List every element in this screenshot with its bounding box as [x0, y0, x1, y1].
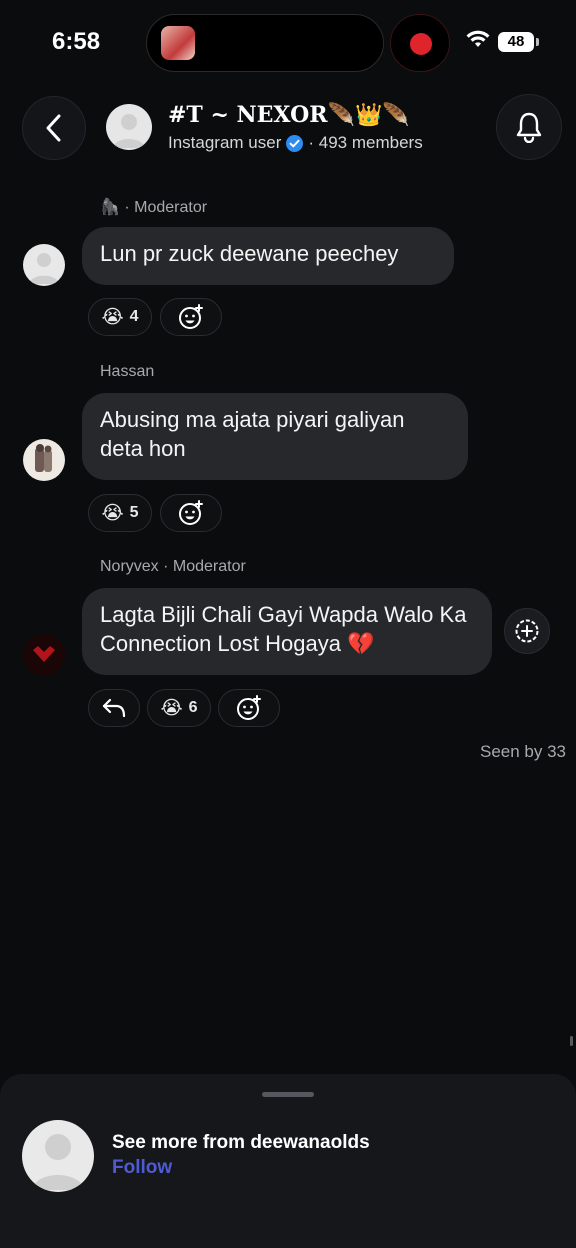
group-subtitle: Instagram user · 493 members: [168, 133, 423, 153]
battery-tip: [536, 38, 539, 46]
dynamic-island[interactable]: [146, 14, 384, 72]
record-icon: [410, 33, 432, 55]
group-title[interactable]: #T ~ NEXOR🪶👑🪶: [168, 102, 410, 128]
chevron-left-icon: [46, 114, 61, 142]
add-emoji-icon: [179, 500, 203, 525]
reaction-count: 4: [129, 308, 139, 325]
message-sender: Noryvex · Moderator: [100, 558, 246, 575]
add-emoji-icon: [179, 304, 203, 329]
account-avatar[interactable]: [22, 1120, 94, 1192]
message-sender: 🦍 · Moderator: [100, 199, 208, 216]
wifi-icon: [466, 30, 490, 47]
default-avatar-icon: [113, 114, 145, 148]
sender-avatar[interactable]: [23, 634, 65, 676]
group-owner: Instagram user: [168, 133, 282, 152]
add-reaction-button[interactable]: [160, 298, 222, 336]
message-bubble[interactable]: Lagta Bijli Chali Gayi Wapda Walo Ka Con…: [82, 588, 492, 675]
status-bar: 6:58 48: [0, 0, 576, 86]
add-reaction-button[interactable]: [218, 689, 280, 727]
seen-by-label[interactable]: Seen by 33: [480, 742, 566, 762]
sheet-drag-handle[interactable]: [262, 1092, 314, 1097]
clock: 6:58: [52, 28, 101, 55]
reaction-count: 6: [188, 699, 198, 716]
bottom-sheet: See more from deewanaolds Follow: [0, 1074, 576, 1248]
message-bubble[interactable]: Lun pr zuck deewane peechey: [82, 227, 454, 285]
default-avatar-icon: [29, 253, 59, 284]
reply-button[interactable]: [88, 689, 140, 727]
member-count: · 493 members: [308, 133, 423, 152]
chat-header: #T ~ NEXOR🪶👑🪶 Instagram user · 493 membe…: [0, 92, 576, 164]
back-button[interactable]: [22, 96, 86, 160]
reaction-pill[interactable]: 😭 6: [147, 689, 211, 727]
notifications-button[interactable]: [496, 94, 562, 160]
battery-indicator: 48: [498, 32, 534, 52]
bell-icon: [516, 112, 542, 143]
reply-icon: [102, 698, 126, 718]
live-activity-thumbnail: [161, 26, 195, 60]
screen-recording-indicator[interactable]: [390, 14, 450, 72]
follow-button[interactable]: Follow: [112, 1157, 172, 1179]
add-circle-icon: [515, 619, 539, 643]
message-bubble[interactable]: Abusing ma ajata piyari galiyan deta hon: [82, 393, 468, 480]
default-avatar-icon: [32, 1134, 84, 1190]
group-avatar[interactable]: [106, 104, 152, 150]
reaction-count: 5: [129, 504, 139, 521]
add-emoji-icon: [237, 695, 261, 720]
crying-emoji: 😭: [101, 502, 124, 524]
profile-photo: [35, 444, 52, 472]
add-button[interactable]: [504, 608, 550, 654]
sender-avatar[interactable]: [23, 244, 65, 286]
reaction-pill[interactable]: 😭 5: [88, 494, 152, 532]
crying-emoji: 😭: [160, 697, 183, 719]
sender-avatar[interactable]: [23, 439, 65, 481]
verified-badge-icon: [286, 134, 304, 152]
profile-photo: [23, 634, 65, 676]
scroll-indicator: [570, 1036, 573, 1046]
crying-emoji: 😭: [101, 306, 124, 328]
see-more-title: See more from deewanaolds: [112, 1132, 370, 1153]
message-sender: Hassan: [100, 363, 155, 380]
reaction-pill[interactable]: 😭 4: [88, 298, 152, 336]
add-reaction-button[interactable]: [160, 494, 222, 532]
